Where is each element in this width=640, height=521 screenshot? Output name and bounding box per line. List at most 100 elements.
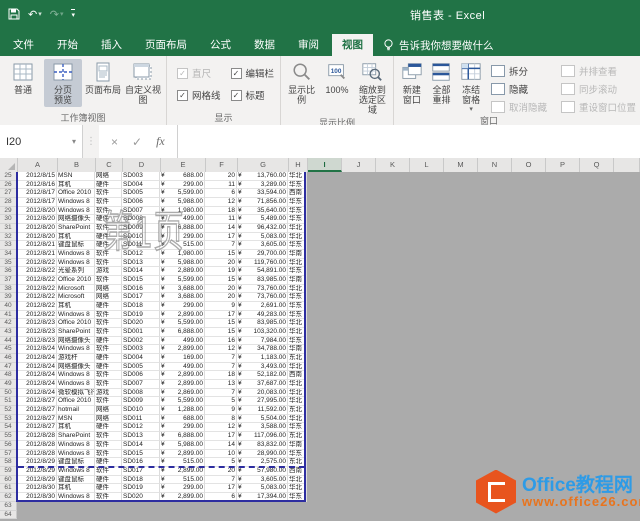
cell-date[interactable]: 2012/8/29 — [17, 458, 57, 467]
cell-quantity[interactable]: 7 — [205, 475, 237, 485]
redo-dropdown-caret[interactable]: ▾ — [60, 10, 64, 18]
row-header-54[interactable]: 54 — [0, 423, 17, 433]
cell-quantity[interactable]: 19 — [205, 267, 237, 277]
cell-code[interactable]: SD015 — [122, 449, 160, 459]
cell-quantity[interactable]: 5 — [205, 397, 237, 407]
column-header-F[interactable]: F — [206, 158, 238, 172]
cell-category[interactable]: 硬件 — [95, 362, 122, 372]
cell-unit-price[interactable]: ¥2,899.00 — [160, 310, 205, 320]
cell-region[interactable]: 华北 — [288, 172, 307, 181]
cell-region[interactable]: 华东 — [288, 310, 307, 320]
cell-quantity[interactable]: 6 — [205, 492, 237, 502]
column-header-G[interactable]: G — [238, 158, 289, 172]
cell-category[interactable]: 软件 — [95, 319, 122, 329]
cell-product[interactable]: Windows 8 — [57, 380, 95, 389]
cell-category[interactable]: 硬件 — [95, 475, 122, 485]
cell-amount[interactable]: ¥28,990.00 — [237, 449, 288, 459]
cell-quantity[interactable]: 17 — [205, 310, 237, 320]
cell-code[interactable]: SD006 — [122, 371, 160, 381]
formula-input[interactable] — [177, 125, 640, 158]
cell-date[interactable]: 2012/8/16 — [17, 180, 57, 190]
cell-amount[interactable]: ¥5,504.00 — [237, 414, 288, 424]
cell-quantity[interactable]: 20 — [205, 258, 237, 268]
cell-amount[interactable]: ¥3,605.00 — [237, 475, 288, 485]
cell-product[interactable]: MSN — [57, 172, 95, 181]
cell-amount[interactable]: ¥34,788.00 — [237, 345, 288, 355]
cell-category[interactable]: 软件 — [95, 206, 122, 216]
cell-region[interactable]: 华东 — [288, 302, 307, 311]
cell-product[interactable]: Office 2010 — [57, 189, 95, 199]
row-header-35[interactable]: 35 — [0, 258, 17, 268]
row-header-47[interactable]: 47 — [0, 362, 17, 372]
column-header-C[interactable]: C — [96, 158, 123, 172]
cell-category[interactable]: 软件 — [95, 189, 122, 199]
cell-amount[interactable]: ¥83,832.00 — [237, 440, 288, 450]
column-header-O[interactable]: O — [512, 158, 546, 172]
cell-quantity[interactable]: 15 — [205, 319, 237, 329]
cell-quantity[interactable]: 20 — [205, 284, 237, 294]
cell-date[interactable]: 2012/8/28 — [17, 440, 57, 450]
cell-date[interactable]: 2012/8/24 — [17, 371, 57, 381]
zoom-to-selection-button[interactable]: 缩放到 选定区域 — [356, 59, 389, 117]
cell-amount[interactable]: ¥96,432.00 — [237, 224, 288, 233]
cell-amount[interactable]: ¥35,640.00 — [237, 206, 288, 216]
row-header-62[interactable]: 62 — [0, 492, 17, 502]
cell-product[interactable]: 耳机 — [57, 302, 95, 311]
tab-review[interactable]: 审阅 — [288, 34, 329, 56]
cell-code[interactable]: SD007 — [122, 206, 160, 216]
cell-quantity[interactable]: 13 — [205, 380, 237, 389]
row-header-37[interactable]: 37 — [0, 276, 17, 285]
cell-product[interactable]: Windows 8 — [57, 449, 95, 459]
cell-category[interactable]: 软件 — [95, 250, 122, 259]
cell-unit-price[interactable]: ¥1,288.00 — [160, 406, 205, 415]
cell-region[interactable]: 华北 — [288, 397, 307, 407]
cell-quantity[interactable]: 7 — [205, 388, 237, 398]
cell-region[interactable]: 华东 — [288, 206, 307, 216]
reset-window-position-button[interactable]: 重设窗口位置 — [560, 100, 636, 114]
cell-region[interactable]: 华东 — [288, 267, 307, 277]
save-icon[interactable] — [8, 8, 20, 20]
synchronous-scrolling-button[interactable]: 同步滚动 — [560, 82, 636, 96]
cell-category[interactable]: 网络 — [95, 406, 122, 415]
cell-product[interactable]: 键盘鼠标 — [57, 458, 95, 467]
tab-insert[interactable]: 插入 — [91, 34, 132, 56]
cell-region[interactable]: 华北 — [288, 362, 307, 372]
cell-category[interactable]: 硬件 — [95, 241, 122, 251]
cell-product[interactable]: SharePoint — [57, 224, 95, 233]
row-header-31[interactable]: 31 — [0, 224, 17, 233]
cell-amount[interactable]: ¥5,489.00 — [237, 215, 288, 225]
cell-product[interactable]: 光晕系列 — [57, 267, 95, 277]
cell-unit-price[interactable]: ¥515.00 — [160, 241, 205, 251]
cell-product[interactable]: hotmail — [57, 406, 95, 415]
cell-category[interactable]: 网络 — [95, 172, 122, 181]
row-header-49[interactable]: 49 — [0, 380, 17, 389]
cell-code[interactable]: SD004 — [122, 180, 160, 190]
cell-code[interactable]: SD005 — [122, 362, 160, 372]
tab-data[interactable]: 数据 — [244, 34, 285, 56]
cell-amount[interactable]: ¥83,985.00 — [237, 319, 288, 329]
cell-unit-price[interactable]: ¥2,899.00 — [160, 449, 205, 459]
cell-category[interactable]: 游戏 — [95, 388, 122, 398]
cell-category[interactable]: 软件 — [95, 198, 122, 207]
row-header-28[interactable]: 28 — [0, 198, 17, 207]
cell-category[interactable]: 软件 — [95, 258, 122, 268]
select-all-corner[interactable] — [0, 158, 18, 172]
cell-date[interactable]: 2012/8/27 — [17, 406, 57, 415]
cell-unit-price[interactable]: ¥515.00 — [160, 475, 205, 485]
row-header-33[interactable]: 33 — [0, 241, 17, 251]
cell-region[interactable]: 华东 — [288, 492, 307, 502]
cell-quantity[interactable]: 7 — [205, 354, 237, 363]
checkbox-ruler[interactable]: ✓ 直尺 — [177, 66, 221, 80]
cell-date[interactable]: 2012/8/20 — [17, 232, 57, 242]
checkbox-headings[interactable]: ✓ 标题 — [230, 88, 275, 102]
cell-category[interactable]: 硬件 — [95, 232, 122, 242]
cell-product[interactable]: Windows 8 — [57, 371, 95, 381]
cell-region[interactable]: 东北 — [288, 406, 307, 415]
undo-button[interactable]: ↶ ▾ — [28, 8, 42, 21]
column-header-E[interactable]: E — [161, 158, 206, 172]
column-header-A[interactable]: A — [18, 158, 58, 172]
cell-date[interactable]: 2012/8/22 — [17, 302, 57, 311]
cell-unit-price[interactable]: ¥5,599.00 — [160, 397, 205, 407]
cell-amount[interactable]: ¥3,605.00 — [237, 241, 288, 251]
cell-quantity[interactable]: 20 — [205, 293, 237, 303]
